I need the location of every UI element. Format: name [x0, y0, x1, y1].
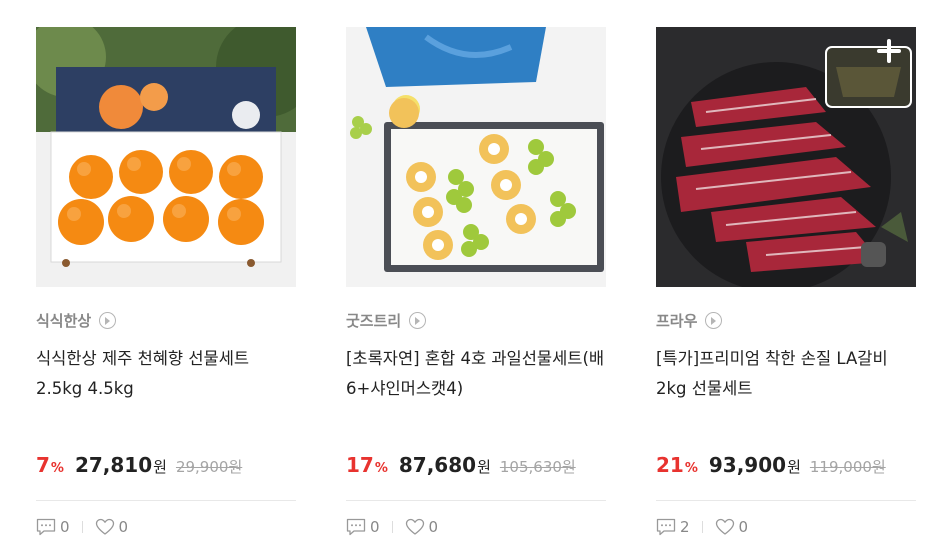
speech-bubble-icon: [36, 518, 56, 536]
like-button[interactable]: 0: [405, 518, 439, 536]
like-button[interactable]: 0: [95, 518, 129, 536]
product-image[interactable]: [656, 27, 916, 287]
review-count-button[interactable]: 0: [346, 518, 380, 536]
fruit-gift-set-photo: [346, 27, 606, 287]
original-price: 29,900원: [175, 458, 243, 476]
discount-rate: 7%: [36, 453, 64, 477]
heart-icon: [715, 518, 734, 535]
price-row: 7% 27,810원 29,900원: [36, 453, 242, 477]
discount-rate: 17%: [346, 453, 388, 477]
review-count-button[interactable]: 0: [36, 518, 70, 536]
price-row: 17% 87,680원 105,630원: [346, 453, 576, 477]
meta-separator: [701, 521, 703, 533]
seller-link[interactable]: 굿즈트리: [346, 310, 427, 331]
review-count: 0: [370, 518, 380, 536]
product-meta: 0 0: [36, 518, 128, 536]
seller-name: 굿즈트리: [346, 312, 402, 330]
divider: [36, 500, 296, 501]
product-title[interactable]: [특가]프리미엄 착한 손질 LA갈비 2kg 선물세트: [656, 344, 918, 404]
review-count-button[interactable]: 2: [656, 518, 690, 536]
sale-price: 93,900원: [708, 453, 801, 477]
review-count: 0: [60, 518, 70, 536]
speech-bubble-icon: [656, 518, 676, 536]
seller-name: 식식한상: [36, 312, 92, 330]
seller-link[interactable]: 식식한상: [36, 310, 117, 331]
product-card: 굿즈트리 [초록자연] 혼합 4호 과일선물세트(배6+샤인머스캣4) 17% …: [346, 0, 606, 552]
heart-icon: [405, 518, 424, 535]
product-card: 식식한상 식식한상 제주 천혜향 선물세트 2.5kg 4.5kg 7% 27,…: [36, 0, 296, 552]
speech-bubble-icon: [346, 518, 366, 536]
divider: [346, 500, 606, 501]
product-image[interactable]: [36, 27, 296, 287]
product-image[interactable]: [346, 27, 606, 287]
sale-price: 87,680원: [398, 453, 491, 477]
original-price: 119,000원: [809, 458, 886, 476]
product-meta: 2 0: [656, 518, 748, 536]
sale-price: 27,810원: [74, 453, 167, 477]
discount-rate: 21%: [656, 453, 698, 477]
product-title[interactable]: 식식한상 제주 천혜향 선물세트 2.5kg 4.5kg: [36, 344, 298, 404]
product-card: 프라우 [특가]프리미엄 착한 손질 LA갈비 2kg 선물세트 21% 93,…: [656, 0, 916, 552]
like-count: 0: [118, 518, 129, 536]
chevron-right-circle-icon: [99, 312, 117, 329]
like-count: 0: [738, 518, 749, 536]
beef-ribs-gift-photo: [656, 27, 916, 287]
meta-separator: [81, 521, 83, 533]
meta-separator: [391, 521, 393, 533]
original-price: 105,630원: [499, 458, 576, 476]
seller-name: 프라우: [656, 312, 698, 330]
heart-icon: [95, 518, 114, 535]
review-count: 2: [680, 518, 690, 536]
product-meta: 0 0: [346, 518, 438, 536]
like-button[interactable]: 0: [715, 518, 749, 536]
product-grid: 식식한상 식식한상 제주 천혜향 선물세트 2.5kg 4.5kg 7% 27,…: [0, 0, 951, 552]
chevron-right-circle-icon: [409, 312, 427, 329]
seller-link[interactable]: 프라우: [656, 310, 723, 331]
price-row: 21% 93,900원 119,000원: [656, 453, 886, 477]
tangerine-gift-box-photo: [36, 27, 296, 287]
like-count: 0: [428, 518, 439, 536]
product-title[interactable]: [초록자연] 혼합 4호 과일선물세트(배6+샤인머스캣4): [346, 344, 608, 404]
chevron-right-circle-icon: [705, 312, 723, 329]
divider: [656, 500, 916, 501]
